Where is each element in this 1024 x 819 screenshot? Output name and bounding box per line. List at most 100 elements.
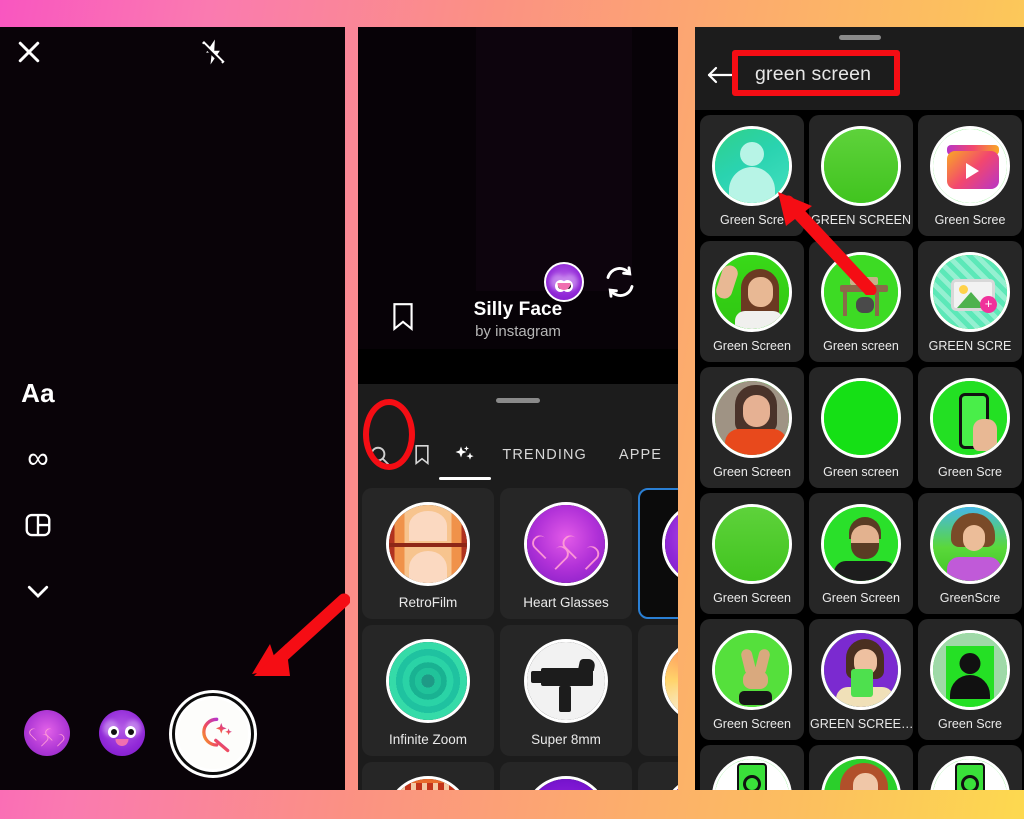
effect-thumbnail [386, 502, 470, 586]
result-card[interactable]: Green Scree [918, 115, 1022, 236]
result-label: GreenScre [939, 591, 1001, 605]
tab-sparkles[interactable] [444, 432, 487, 478]
back-arrow-icon[interactable] [706, 63, 734, 89]
result-thumbnail: + [930, 252, 1010, 332]
result-thumbnail [712, 378, 792, 458]
result-label: Green screen [823, 339, 899, 353]
effect-card[interactable] [638, 762, 678, 790]
result-thumbnail [821, 504, 901, 584]
result-card[interactable]: Green Scre [918, 619, 1022, 740]
layout-grid-icon[interactable] [18, 504, 58, 546]
effect-thumbnail [524, 639, 608, 723]
magnifier-sparkle-icon [202, 717, 232, 753]
tab-trending[interactable]: TRENDING [486, 432, 603, 478]
effect-silly-face[interactable] [544, 262, 584, 302]
result-label: Green Scre [938, 717, 1002, 731]
effect-card[interactable]: sub [362, 762, 494, 790]
sheet-drag-handle[interactable] [496, 398, 540, 403]
effect-thumbnail [662, 639, 678, 723]
result-card[interactable]: Green Screen [700, 367, 804, 488]
result-card[interactable]: Green Screen [809, 493, 913, 614]
browse-effects-button[interactable] [175, 696, 251, 772]
effects-gallery-panel: Silly Face by instagram TRENDING APPE Re… [358, 27, 678, 790]
effect-card-selected[interactable]: Sil [638, 488, 678, 619]
effect-grid: RetroFilm Heart Glasses Sil [362, 488, 678, 790]
silly-face-art [546, 264, 582, 300]
chevron-down-icon[interactable] [18, 570, 58, 612]
result-label: Green Screen [713, 465, 791, 479]
search-header: green screen [695, 27, 1024, 110]
result-card[interactable] [809, 745, 913, 790]
result-thumbnail [821, 630, 901, 710]
result-thumbnail [712, 630, 792, 710]
effect-card[interactable] [500, 762, 632, 790]
result-thumbnail [930, 630, 1010, 710]
effect-thumbnail [524, 776, 608, 790]
effect-card[interactable]: Super 8mm [500, 625, 632, 756]
flash-off-icon[interactable] [198, 37, 228, 67]
result-card[interactable]: GREEN SCREE… [809, 619, 913, 740]
boomerang-infinity-icon[interactable]: ∞ [18, 438, 58, 480]
effect-card[interactable]: Infinite Zoom [362, 625, 494, 756]
result-label: GREEN SCREE… [810, 717, 912, 731]
result-thumbnail [712, 756, 792, 790]
effect-label: RetroFilm [398, 595, 458, 610]
effect-thumbnail: sub [386, 776, 470, 790]
camera-tool-column: Aa ∞ [18, 372, 58, 612]
result-card[interactable]: Green Scre [918, 367, 1022, 488]
result-thumbnail [930, 126, 1010, 206]
tab-appearance[interactable]: APPE [603, 432, 678, 478]
effect-preview-area: Silly Face by instagram [358, 27, 678, 349]
effect-heart-glasses[interactable] [24, 710, 70, 756]
result-thumbnail [712, 504, 792, 584]
result-label: Green Scree [934, 213, 1006, 227]
result-card[interactable] [918, 745, 1022, 790]
result-label: Green Screen [822, 591, 900, 605]
red-arrow-annotation-search-result [778, 192, 877, 295]
result-card[interactable] [700, 745, 804, 790]
effect-thumbnail [662, 502, 678, 586]
effect-silly-face[interactable] [99, 710, 145, 756]
effect-thumbnail [662, 776, 678, 790]
text-tool-icon[interactable]: Aa [18, 372, 58, 414]
result-label: Green Screen [713, 591, 791, 605]
effect-search-panel: green screen Green Scre GREEN SCREEN Gre… [695, 27, 1024, 790]
result-thumbnail [821, 756, 901, 790]
heart-glasses-art [24, 710, 70, 756]
result-label: Green screen [823, 465, 899, 479]
effect-card[interactable]: RetroFilm [362, 488, 494, 619]
effect-tab-bar: TRENDING APPE [358, 432, 678, 478]
result-card[interactable]: + GREEN SCRE [918, 241, 1022, 362]
effects-tray [0, 688, 345, 772]
result-thumbnail [821, 378, 901, 458]
close-x-icon[interactable] [14, 37, 44, 67]
effect-label: Heart Glasses [523, 595, 609, 610]
result-thumbnail [930, 378, 1010, 458]
result-card[interactable]: Green screen [809, 367, 913, 488]
tab-saved[interactable] [401, 432, 444, 478]
effect-label: Infinite Zoom [388, 732, 468, 747]
effect-title: Silly Face [473, 299, 563, 320]
sheet-drag-handle[interactable] [838, 35, 881, 40]
result-label: Green Screen [713, 339, 791, 353]
effect-browser-sheet: TRENDING APPE RetroFilm Heart Glasses In… [358, 384, 678, 790]
result-card[interactable]: GreenScre [918, 493, 1022, 614]
effect-label: Super 8mm [531, 732, 601, 747]
result-card[interactable]: Green Screen [700, 619, 804, 740]
result-thumbnail [930, 504, 1010, 584]
result-label: Green Scre [938, 465, 1002, 479]
flip-camera-icon[interactable] [602, 264, 638, 300]
effect-author: by instagram [475, 323, 561, 340]
effect-card[interactable]: Circ [638, 625, 678, 756]
camera-preview-inset [476, 27, 632, 291]
result-label: GREEN SCRE [928, 339, 1012, 353]
result-card[interactable]: Green Screen [700, 493, 804, 614]
red-arrow-annotation-camera [252, 593, 350, 676]
effect-thumbnail [524, 502, 608, 586]
result-label: Green Screen [713, 717, 791, 731]
effect-card[interactable]: Heart Glasses [500, 488, 632, 619]
effect-thumbnail [386, 639, 470, 723]
tab-search[interactable] [358, 432, 401, 478]
search-input[interactable]: green screen [755, 63, 871, 86]
result-thumbnail [930, 756, 1010, 790]
